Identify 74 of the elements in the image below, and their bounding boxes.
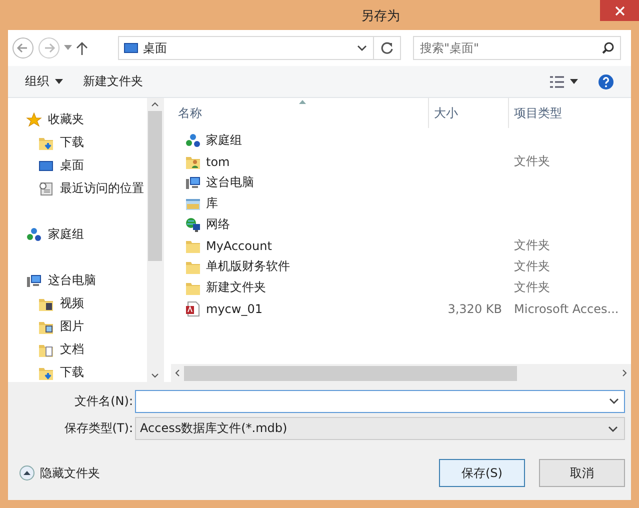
refresh-button[interactable] (373, 36, 401, 60)
sidebar-item[interactable]: 最近访问的位置 (26, 177, 147, 200)
file-name[interactable]: 这台电脑 (206, 174, 254, 191)
file-name[interactable]: 单机版财务软件 (206, 258, 290, 275)
file-name[interactable]: 网络 (206, 216, 230, 233)
save-button[interactable]: 保存(S) (439, 459, 525, 487)
list-view-icon (550, 76, 564, 88)
chevron-down-icon (609, 398, 619, 404)
horizontal-scrollbar[interactable] (171, 364, 631, 382)
close-button[interactable] (600, 0, 639, 21)
file-name[interactable]: MyAccount (206, 238, 272, 252)
access-file-icon (185, 300, 201, 316)
field-label: 文件名(N): (74, 393, 134, 410)
computer-icon (26, 272, 42, 288)
file-type: 文件夹 (514, 238, 550, 252)
vertical-scrollbar[interactable] (147, 98, 163, 382)
file-name[interactable]: mycw_01 (206, 302, 262, 316)
sidebar-item[interactable]: 图片 (26, 315, 147, 338)
file-type-dropdown[interactable]: Access数据库文件(*.mdb) (135, 417, 625, 440)
column-header[interactable]: 名称 (178, 104, 202, 122)
address-bar[interactable]: 桌面 (118, 36, 374, 60)
recent-places-icon (38, 180, 54, 196)
help-icon (598, 74, 614, 90)
homegroup-icon (26, 226, 42, 242)
up-arrow-icon (76, 41, 88, 55)
file-name[interactable]: 库 (206, 195, 218, 212)
file-type: 文件夹 (514, 259, 550, 273)
file-name[interactable]: 新建文件夹 (206, 279, 266, 296)
sidebar-item[interactable]: 文档 (26, 338, 147, 361)
organize-menu[interactable]: 组织 (18, 70, 70, 93)
caret-icon (570, 79, 578, 84)
scroll-left-icon (175, 369, 180, 377)
chevron-down-icon (357, 45, 367, 51)
sidebar-item[interactable]: 桌面 (26, 154, 147, 177)
sidebar-item[interactable]: 这台电脑 (26, 269, 147, 292)
chevron-down-icon (608, 426, 618, 432)
star-icon (26, 112, 42, 128)
file-name[interactable]: 家庭组 (206, 132, 242, 149)
window-title: 另存为 (361, 8, 400, 25)
scroll-up-icon (151, 102, 159, 107)
homegroup-icon (185, 132, 201, 148)
file-type: 文件夹 (514, 280, 550, 294)
network-icon (185, 216, 201, 232)
scroll-down-icon (151, 373, 159, 378)
column-header[interactable]: 大小 (434, 104, 458, 122)
sidebar-item[interactable]: 收藏夹 (26, 108, 147, 131)
scroll-thumb[interactable] (148, 111, 162, 261)
close-icon (614, 6, 624, 16)
file-type: 文件夹 (514, 154, 550, 168)
hide-folders-toggle[interactable]: 隐藏文件夹 (19, 464, 100, 482)
new-folder-button[interactable]: 新建文件夹 (76, 70, 150, 93)
sidebar-item[interactable]: 下载 (26, 361, 147, 382)
cancel-button[interactable]: 取消 (539, 459, 625, 487)
refresh-icon (380, 41, 394, 55)
sidebar-item[interactable]: 下载 (26, 131, 147, 154)
search-icon (602, 42, 614, 54)
column-header[interactable]: 项目类型 (514, 104, 562, 122)
desktop-icon (123, 40, 139, 56)
search-field[interactable]: 搜索"桌面" (413, 36, 621, 60)
filename-field[interactable] (135, 390, 625, 413)
scroll-right-icon (622, 369, 627, 377)
caret-icon (55, 79, 63, 84)
caret-icon (64, 45, 72, 51)
computer-icon (185, 174, 201, 190)
field-label: 保存类型(T): (63, 420, 134, 437)
sidebar-item[interactable]: 家庭组 (26, 223, 147, 246)
file-type: Microsoft Acces... (514, 302, 619, 316)
address-text: 桌面 (143, 40, 167, 56)
sidebar-item[interactable]: 视频 (26, 292, 147, 315)
file-size: 3,320 KB (448, 302, 502, 316)
sort-arrow-icon (299, 100, 306, 104)
scroll-thumb[interactable] (184, 366, 517, 380)
file-name[interactable]: tom (206, 154, 230, 168)
collapse-icon (19, 465, 35, 481)
